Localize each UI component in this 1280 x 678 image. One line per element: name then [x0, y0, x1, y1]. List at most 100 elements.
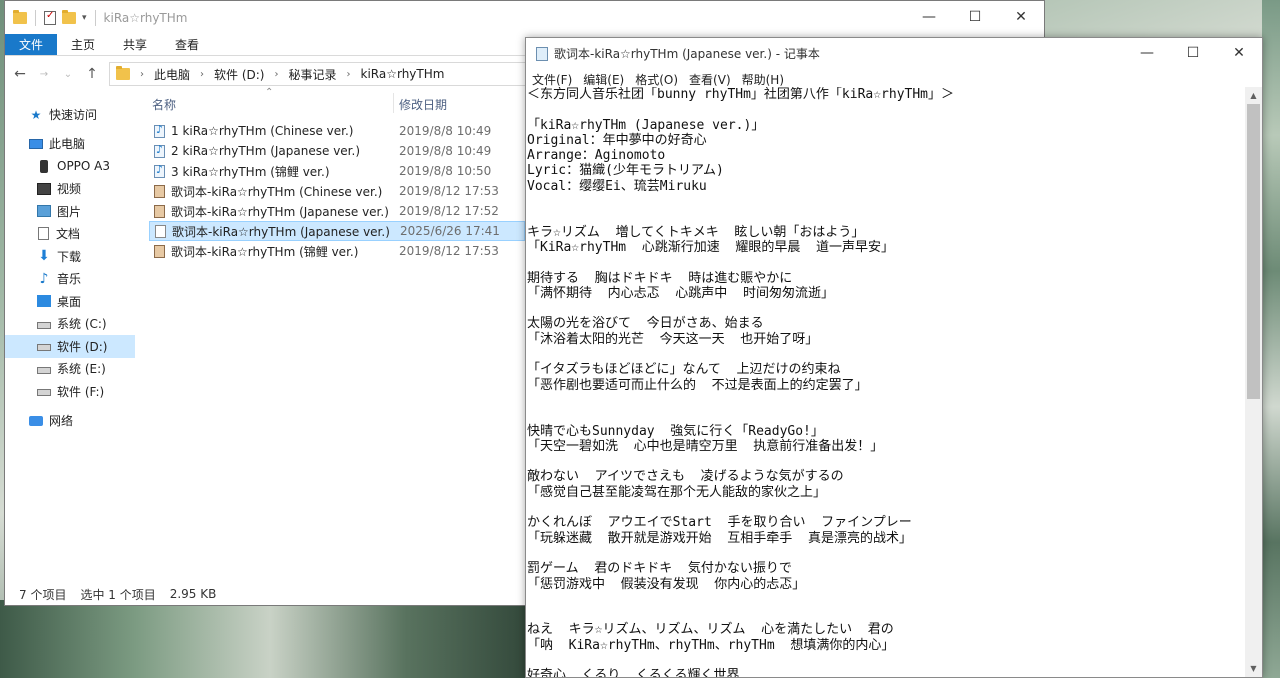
recent-locations-icon[interactable]: ⌄	[61, 69, 75, 80]
sidebar-item-drive-c[interactable]: 系统 (C:)	[5, 313, 135, 336]
breadcrumb-drive-d[interactable]: 软件 (D:)	[214, 66, 264, 83]
breadcrumb-folder[interactable]: 秘事记录	[288, 66, 336, 83]
customize-toolbar-icon[interactable]: ▾	[82, 13, 87, 23]
text-line	[527, 209, 1245, 224]
text-line: キラ☆リズム 増してくトキメキ 眩しい朝「おはよう」	[527, 224, 865, 240]
text-line: 快晴で心もSunnyday 強気に行く「ReadyGo!」	[527, 423, 824, 439]
text-line	[527, 102, 1245, 117]
sidebar-item-pictures[interactable]: 图片	[5, 200, 135, 223]
text-line: ねえ キラ☆リズム、リズム、リズム 心を満たしたい 君の	[527, 622, 894, 638]
minimize-icon[interactable]: —	[1124, 38, 1170, 68]
sidebar-item-downloads[interactable]: ⬇ 下载	[5, 245, 135, 268]
text-line: 「惩罚游戏中 假装没有发现 你内心的忐忑」	[527, 576, 806, 592]
text-line: かくれんぼ アウエイでStart 手を取り合い ファインプレー	[527, 515, 912, 531]
properties-icon[interactable]	[44, 10, 56, 25]
sidebar-item-label: 桌面	[57, 294, 82, 309]
navigation-pane: ★ 快速访问 此电脑 OPPO A3 视频 图片 文档 ⬇ 下载 ♪ 音乐 桌面…	[5, 93, 135, 583]
menu-file[interactable]: 文件(F)	[532, 71, 572, 88]
sidebar-item-drive-d[interactable]: 软件 (D:)	[5, 335, 135, 358]
sidebar-item-this-pc[interactable]: 此电脑	[5, 133, 135, 156]
scroll-down-icon[interactable]: ▼	[1245, 660, 1262, 677]
maximize-icon[interactable]: ☐	[1170, 38, 1216, 68]
sidebar-item-label: 快速访问	[49, 107, 98, 122]
column-header-date[interactable]: 修改日期	[399, 96, 447, 113]
text-line: 罰ゲーム 君のドキドキ 気付かない振りで	[527, 561, 792, 577]
sidebar-item-videos[interactable]: 视频	[5, 178, 135, 201]
text-editor[interactable]: ＜东方同人音乐社团「bunny rhyTHm」社团第八作「kiRa☆rhyTHm…	[526, 87, 1245, 677]
text-line: 「恶作剧也要适可而止什么的 不过是表面上的约定罢了」	[527, 377, 868, 393]
text-file-icon	[155, 224, 166, 238]
sidebar-item-quick-access[interactable]: ★ 快速访问	[5, 103, 135, 126]
forward-arrow-icon[interactable]: →	[37, 69, 51, 80]
text-line: 好奇心 くるり くるくる輝く世界	[527, 668, 740, 677]
menu-help[interactable]: 帮助(H)	[742, 71, 784, 88]
menu-edit[interactable]: 编辑(E)	[583, 71, 624, 88]
sidebar-item-desktop[interactable]: 桌面	[5, 290, 135, 313]
file-date: 2019/8/8 10:50	[399, 164, 492, 178]
sort-ascending-icon: ⌃	[265, 87, 274, 98]
scroll-up-icon[interactable]: ▲	[1245, 87, 1262, 104]
text-line	[527, 592, 1245, 607]
column-header-name[interactable]: 名称	[152, 96, 176, 113]
sidebar-item-oppo[interactable]: OPPO A3	[5, 155, 135, 178]
menu-format[interactable]: 格式(O)	[635, 71, 678, 88]
sidebar-item-label: OPPO A3	[57, 159, 111, 174]
back-arrow-icon[interactable]: ←	[13, 66, 27, 82]
minimize-icon[interactable]: —	[906, 1, 952, 33]
text-line	[527, 500, 1245, 515]
new-folder-icon[interactable]	[62, 9, 76, 24]
file-row[interactable]: 歌词本-kiRa☆rhyTHm (锦鲤 ver.) 2019/8/12 17:5…	[149, 241, 525, 261]
status-size: 2.95 KB	[169, 587, 217, 601]
breadcrumb-current[interactable]: kiRa☆rhyTHm	[361, 67, 445, 81]
chevron-right-icon[interactable]: ›	[347, 69, 351, 80]
sidebar-item-label: 下载	[57, 249, 82, 264]
close-icon[interactable]: ✕	[1216, 38, 1262, 68]
music-icon: ♪	[39, 270, 49, 287]
sidebar-item-network[interactable]: 网络	[5, 410, 135, 433]
audio-file-icon	[154, 143, 165, 158]
file-row[interactable]: 1 kiRa☆rhyTHm (Chinese ver.) 2019/8/8 10…	[149, 121, 525, 141]
text-line: ＜东方同人音乐社团「bunny rhyTHm」社团第八作「kiRa☆rhyTHm…	[527, 87, 955, 102]
text-line: 太陽の光を浴びて 今日がさあ、始まる	[527, 316, 764, 332]
vertical-scrollbar[interactable]: ▲ ▼	[1245, 87, 1262, 677]
file-row[interactable]: 歌词本-kiRa☆rhyTHm (Japanese ver.) 2019/8/1…	[149, 201, 525, 221]
image-file-icon	[154, 204, 165, 218]
up-arrow-icon[interactable]: ↑	[85, 66, 99, 82]
chevron-right-icon[interactable]: ›	[274, 69, 278, 80]
text-line: 期待する 胸はドキドキ 時は進む賑やかに	[527, 270, 793, 286]
text-line	[527, 454, 1245, 469]
text-line: Lyric：猫織(少年モラトリアム)	[527, 163, 724, 179]
tab-view[interactable]: 查看	[161, 34, 213, 55]
chevron-right-icon[interactable]: ›	[200, 69, 204, 80]
quick-access-toolbar: ▾	[13, 9, 98, 26]
file-date: 2019/8/12 17:53	[399, 184, 499, 198]
tab-file[interactable]: 文件	[5, 34, 57, 55]
sidebar-item-drive-e[interactable]: 系统 (E:)	[5, 358, 135, 381]
phone-icon	[40, 159, 48, 173]
notepad-window: 歌词本-kiRa☆rhyTHm (Japanese ver.) - 记事本 — …	[525, 37, 1263, 678]
file-row-selected[interactable]: 歌词本-kiRa☆rhyTHm (Japanese ver.) 2025/6/2…	[149, 221, 525, 241]
file-row[interactable]: 3 kiRa☆rhyTHm (锦鲤 ver.) 2019/8/8 10:50	[149, 161, 525, 181]
tab-home[interactable]: 主页	[57, 34, 109, 55]
tab-share[interactable]: 共享	[109, 34, 161, 55]
image-file-icon	[154, 244, 165, 258]
sidebar-item-music[interactable]: ♪ 音乐	[5, 268, 135, 291]
chevron-right-icon[interactable]: ›	[140, 69, 144, 80]
file-row[interactable]: 歌词本-kiRa☆rhyTHm (Chinese ver.) 2019/8/12…	[149, 181, 525, 201]
menu-view[interactable]: 查看(V)	[689, 71, 731, 88]
sidebar-item-label: 文档	[56, 227, 81, 242]
file-row[interactable]: 2 kiRa☆rhyTHm (Japanese ver.) 2019/8/8 1…	[149, 141, 525, 161]
sidebar-item-documents[interactable]: 文档	[5, 223, 135, 246]
text-line: 敵わない アイツでさえも 凌げるような気がするの	[527, 469, 844, 485]
sidebar-item-label: 网络	[49, 414, 74, 429]
close-icon[interactable]: ✕	[998, 1, 1044, 33]
sidebar-item-drive-f[interactable]: 软件 (F:)	[5, 380, 135, 403]
maximize-icon[interactable]: ☐	[952, 1, 998, 33]
scrollbar-thumb[interactable]	[1247, 104, 1260, 399]
breadcrumb-this-pc[interactable]: 此电脑	[154, 66, 190, 83]
drive-icon	[37, 321, 51, 329]
sidebar-item-label: 音乐	[57, 272, 82, 287]
file-name: 2 kiRa☆rhyTHm (Japanese ver.)	[171, 144, 360, 158]
desktop-wallpaper-edge	[1262, 0, 1280, 678]
column-divider[interactable]	[393, 93, 394, 113]
